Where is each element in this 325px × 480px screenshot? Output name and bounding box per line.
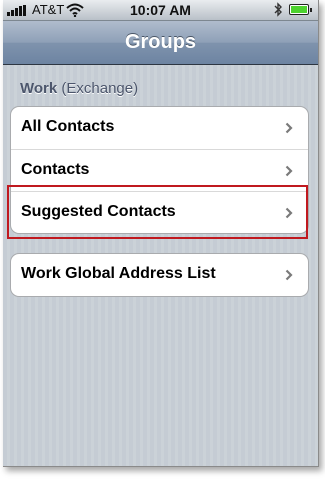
group-row-label: Contacts bbox=[21, 161, 90, 178]
status-time: 10:07 AM bbox=[130, 2, 191, 18]
battery-icon bbox=[289, 4, 312, 15]
group-row-global-address-list[interactable]: Work Global Address List bbox=[11, 254, 308, 296]
section-account-type: (Exchange) bbox=[61, 80, 139, 97]
chevron-right-icon bbox=[285, 165, 293, 177]
group-row-label: All Contacts bbox=[21, 118, 115, 135]
bluetooth-icon bbox=[274, 2, 282, 17]
group-list-global: Work Global Address List bbox=[10, 253, 309, 297]
iphone-screen: AT&T 10:07 AM Groups Work (Exchange) All… bbox=[3, 0, 319, 467]
navigation-bar: Groups bbox=[3, 21, 318, 65]
group-row-all-contacts[interactable]: All Contacts bbox=[11, 107, 308, 149]
chevron-right-icon bbox=[285, 269, 293, 281]
group-row-label: Work Global Address List bbox=[21, 265, 216, 282]
status-bar: AT&T 10:07 AM bbox=[3, 0, 318, 21]
nav-title: Groups bbox=[124, 31, 197, 53]
highlight-annotation-box bbox=[7, 185, 308, 239]
battery-level bbox=[291, 6, 307, 13]
section-header: Work (Exchange) bbox=[20, 80, 138, 97]
chevron-right-icon bbox=[285, 122, 293, 134]
section-account-name: Work bbox=[20, 80, 58, 97]
